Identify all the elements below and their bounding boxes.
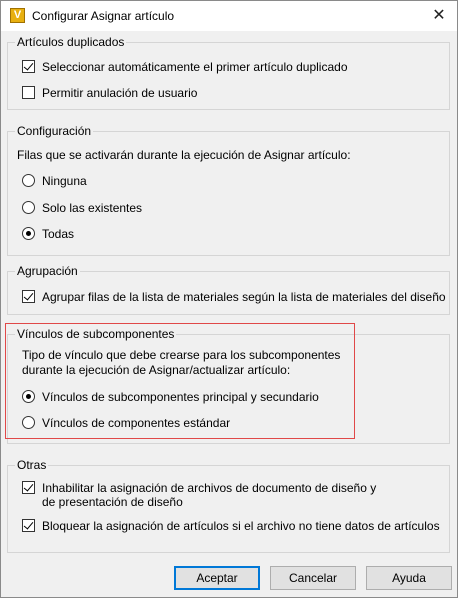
radio-label: Ninguna [42, 174, 87, 188]
checkbox-label: Permitir anulación de usuario [42, 86, 198, 100]
radio-label: Todas [42, 227, 75, 241]
checkbox-label: Bloquear la asignación de artículos si e… [42, 519, 440, 533]
annotation-highlight-box [5, 323, 355, 439]
checkbox-permitir-anulacion[interactable]: Permitir anulación de usuario [22, 86, 197, 100]
checkbox-box[interactable] [22, 481, 35, 494]
window-title: Configurar Asignar artículo [32, 9, 175, 23]
group-agrupacion: Agrupación Agrupar filas de la lista de … [7, 264, 450, 315]
radio-todas[interactable]: Todas [22, 227, 74, 241]
close-icon[interactable]: ✕ [421, 1, 457, 31]
checkbox-agrupar-filas[interactable]: Agrupar filas de la lista de materiales … [22, 290, 446, 304]
checkbox-bloquear-asignacion[interactable]: Bloquear la asignación de artículos si e… [22, 519, 440, 533]
title-bar: V Configurar Asignar artículo ✕ [1, 1, 457, 31]
checkbox-label: Seleccionar automáticamente el primer ar… [42, 60, 348, 74]
radio-circle[interactable] [22, 227, 35, 240]
group-label-duplicados: Artículos duplicados [15, 35, 127, 49]
checkbox-label-line1: Inhabilitar la asignación de archivos de… [42, 481, 377, 495]
radio-ninguna[interactable]: Ninguna [22, 174, 87, 188]
checkbox-label: Agrupar filas de la lista de materiales … [42, 290, 446, 304]
checkbox-inhabilitar-asignacion[interactable]: Inhabilitar la asignación de archivos de… [22, 481, 376, 509]
checkbox-box[interactable] [22, 290, 35, 303]
checkbox-box[interactable] [22, 519, 35, 532]
dialog-window: V Configurar Asignar artículo ✕ Artículo… [0, 0, 458, 598]
radio-solo-existentes[interactable]: Solo las existentes [22, 201, 142, 215]
radio-circle[interactable] [22, 201, 35, 214]
cancel-button[interactable]: Cancelar [270, 566, 356, 590]
radio-label: Solo las existentes [42, 201, 143, 215]
group-otras: Otras Inhabilitar la asignación de archi… [7, 458, 450, 553]
help-button[interactable]: Ayuda [366, 566, 452, 590]
checkbox-label-line2: de presentación de diseño [42, 495, 183, 509]
checkbox-label-block: Inhabilitar la asignación de archivos de… [42, 481, 376, 509]
group-label-configuracion: Configuración [15, 124, 94, 138]
accept-button[interactable]: Aceptar [174, 566, 260, 590]
group-duplicados: Artículos duplicados Seleccionar automát… [7, 35, 450, 110]
group-configuracion: Configuración Filas que se activarán dur… [7, 124, 450, 256]
checkbox-box[interactable] [22, 60, 35, 73]
group-label-otras: Otras [15, 458, 49, 472]
radio-circle[interactable] [22, 174, 35, 187]
configuracion-description: Filas que se activarán durante la ejecuc… [17, 148, 351, 162]
checkbox-box[interactable] [22, 86, 35, 99]
group-label-agrupacion: Agrupación [15, 264, 80, 278]
vault-app-icon: V [10, 8, 25, 23]
checkbox-seleccionar-auto[interactable]: Seleccionar automáticamente el primer ar… [22, 60, 348, 74]
